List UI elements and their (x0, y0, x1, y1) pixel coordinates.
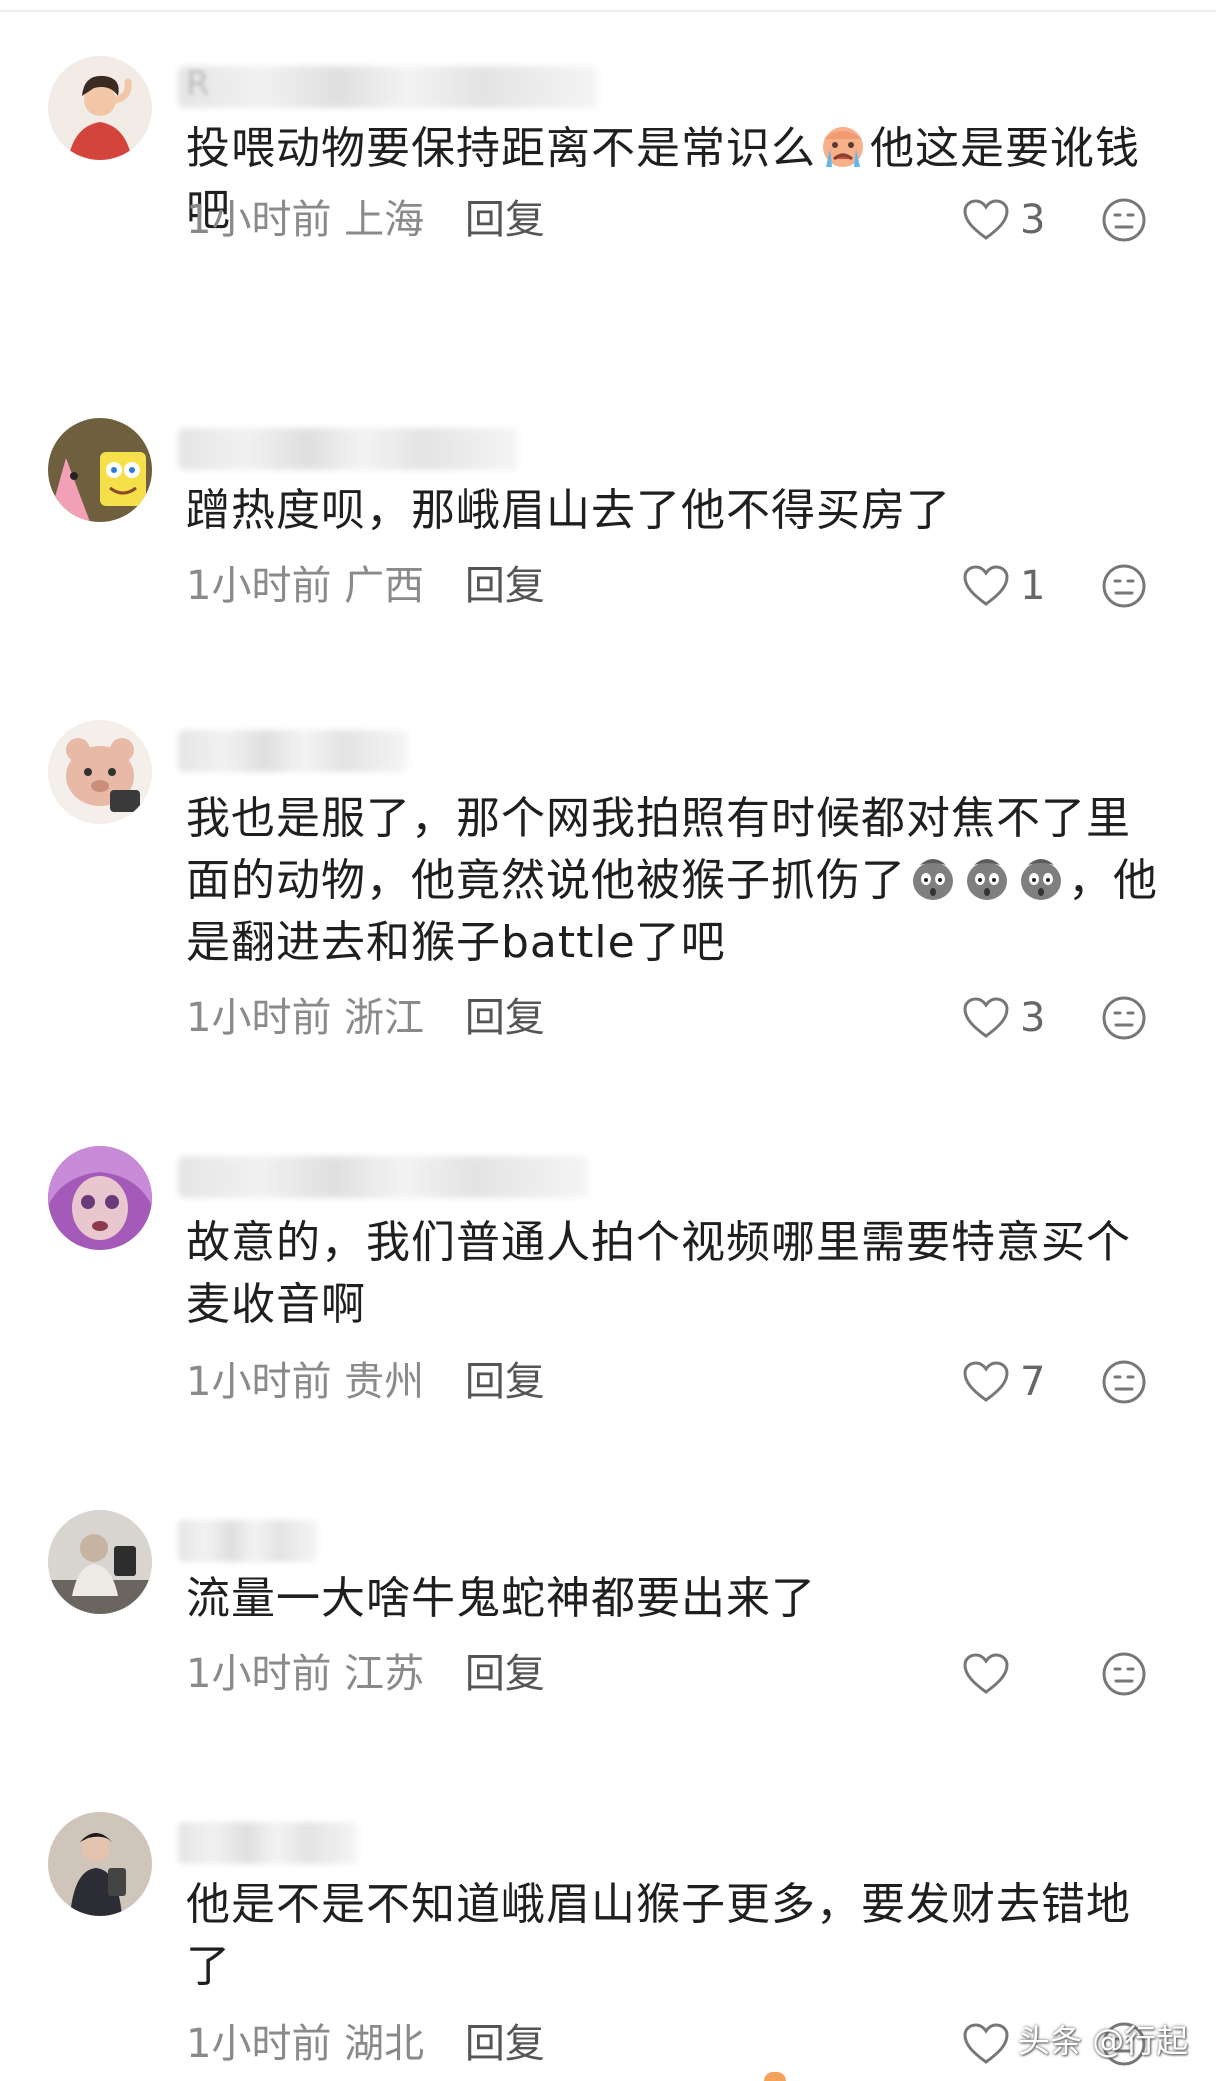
comment-text-part: 蹭热度呗，那峨眉山去了他不得买房了 (186, 485, 951, 536)
comment-time: 1小时前 (186, 563, 332, 609)
avatar-bear-icon (48, 720, 152, 824)
reply-button[interactable]: 回复 (465, 2021, 545, 2067)
comment-text-part: 流量一大啥牛鬼蛇神都要出来了 (186, 1573, 816, 1624)
mood-react-button[interactable] (1100, 1650, 1148, 1698)
comment-text-part: 投喂动物要保持距离不是常识么 (186, 123, 816, 174)
like-button[interactable]: 3 (962, 192, 1082, 248)
comment-meta: 1小时前 浙江 回复 (186, 990, 545, 1046)
like-button[interactable] (962, 1646, 1082, 1702)
heart-icon (963, 565, 1009, 606)
comment-location: 江苏 (344, 1651, 425, 1697)
avatar[interactable] (48, 418, 152, 522)
comment-text-part: 故意的，我们普通人拍个视频哪里需要特意买个麦收音啊 (186, 1217, 1131, 1330)
shocked-face-icon (1016, 853, 1066, 903)
comment-location: 浙江 (344, 995, 425, 1041)
comment-location: 湖北 (344, 2021, 425, 2067)
neutral-face-icon (1102, 564, 1146, 608)
comment-time: 1小时前 (186, 995, 332, 1041)
reply-button[interactable]: 回复 (465, 563, 545, 609)
username-ghost: R (186, 64, 210, 104)
reply-button[interactable]: 回复 (465, 995, 545, 1041)
heart-icon (963, 997, 1009, 1038)
comment-time: 1小时前 (186, 2021, 332, 2067)
mood-react-button[interactable] (1100, 994, 1148, 1042)
like-button[interactable]: 7 (962, 1354, 1082, 1410)
comment-location: 贵州 (344, 1359, 425, 1405)
watermark: 头条 @行起 (1018, 2022, 1189, 2060)
comment-location: 广西 (344, 563, 425, 609)
username-blurred[interactable] (178, 428, 518, 470)
mood-react-button[interactable] (1100, 196, 1148, 244)
heart-icon (963, 1361, 1009, 1402)
username-blurred[interactable] (178, 66, 598, 108)
partial-orange-element (764, 2072, 786, 2081)
comment-location: 上海 (344, 197, 425, 243)
like-count: 7 (1020, 1359, 1046, 1405)
like-count: 3 (1020, 197, 1046, 243)
username-blurred[interactable] (178, 730, 408, 772)
reply-button[interactable]: 回复 (465, 1359, 545, 1405)
avatar[interactable] (48, 1812, 152, 1916)
mood-react-button[interactable] (1100, 562, 1148, 610)
like-button[interactable]: 3 (962, 990, 1082, 1046)
avatar-pink-face-icon (48, 1146, 152, 1250)
comment-time: 1小时前 (186, 1359, 332, 1405)
like-button[interactable]: 1 (962, 558, 1082, 614)
avatar-photo-icon (48, 1510, 152, 1614)
avatar-selfie-icon (48, 1812, 152, 1916)
comment-text: 蹭热度呗，那峨眉山去了他不得买房了 (186, 480, 1166, 542)
avatar[interactable] (48, 1510, 152, 1614)
avatar[interactable] (48, 56, 152, 160)
neutral-face-icon (1102, 198, 1146, 242)
neutral-face-icon (1102, 1360, 1146, 1404)
reply-button[interactable]: 回复 (465, 1651, 545, 1697)
avatar-cartoon-icon (48, 418, 152, 522)
like-count: 3 (1020, 995, 1046, 1041)
crying-face-icon (818, 121, 868, 171)
like-count: 1 (1020, 563, 1046, 609)
avatar[interactable] (48, 1146, 152, 1250)
comment-meta: 1小时前 上海 回复 (186, 192, 545, 248)
comment-meta: 1小时前 贵州 回复 (186, 1354, 545, 1410)
top-divider (0, 10, 1216, 12)
comment-text: 我也是服了，那个网我拍照有时候都对焦不了里面的动物，他竟然说他被猴子抓伤了 ，他是… (186, 788, 1166, 974)
comment-text: 故意的，我们普通人拍个视频哪里需要特意买个麦收音啊 (186, 1212, 1166, 1336)
shocked-face-icon (962, 853, 1012, 903)
mood-react-button[interactable] (1100, 1358, 1148, 1406)
comment-text-part: 他是不是不知道峨眉山猴子更多，要发财去错地了 (186, 1879, 1131, 1992)
comment-time: 1小时前 (186, 197, 332, 243)
heart-icon (963, 1653, 1009, 1694)
avatar[interactable] (48, 720, 152, 824)
username-blurred[interactable] (178, 1156, 588, 1198)
username-blurred[interactable] (178, 1520, 318, 1562)
comment-text: 流量一大啥牛鬼蛇神都要出来了 (186, 1568, 1166, 1630)
comment-meta: 1小时前 广西 回复 (186, 558, 545, 614)
heart-icon (963, 2023, 1009, 2064)
heart-icon (963, 199, 1009, 240)
comment-meta: 1小时前 湖北 回复 (186, 2016, 545, 2072)
username-blurred[interactable] (178, 1822, 358, 1864)
avatar-woman-red-icon (48, 56, 152, 160)
comment-meta: 1小时前 江苏 回复 (186, 1646, 545, 1702)
shocked-face-icon (908, 853, 958, 903)
neutral-face-icon (1102, 996, 1146, 1040)
neutral-face-icon (1102, 1652, 1146, 1696)
comment-time: 1小时前 (186, 1651, 332, 1697)
reply-button[interactable]: 回复 (465, 197, 545, 243)
comment-text: 他是不是不知道峨眉山猴子更多，要发财去错地了 (186, 1874, 1166, 1998)
